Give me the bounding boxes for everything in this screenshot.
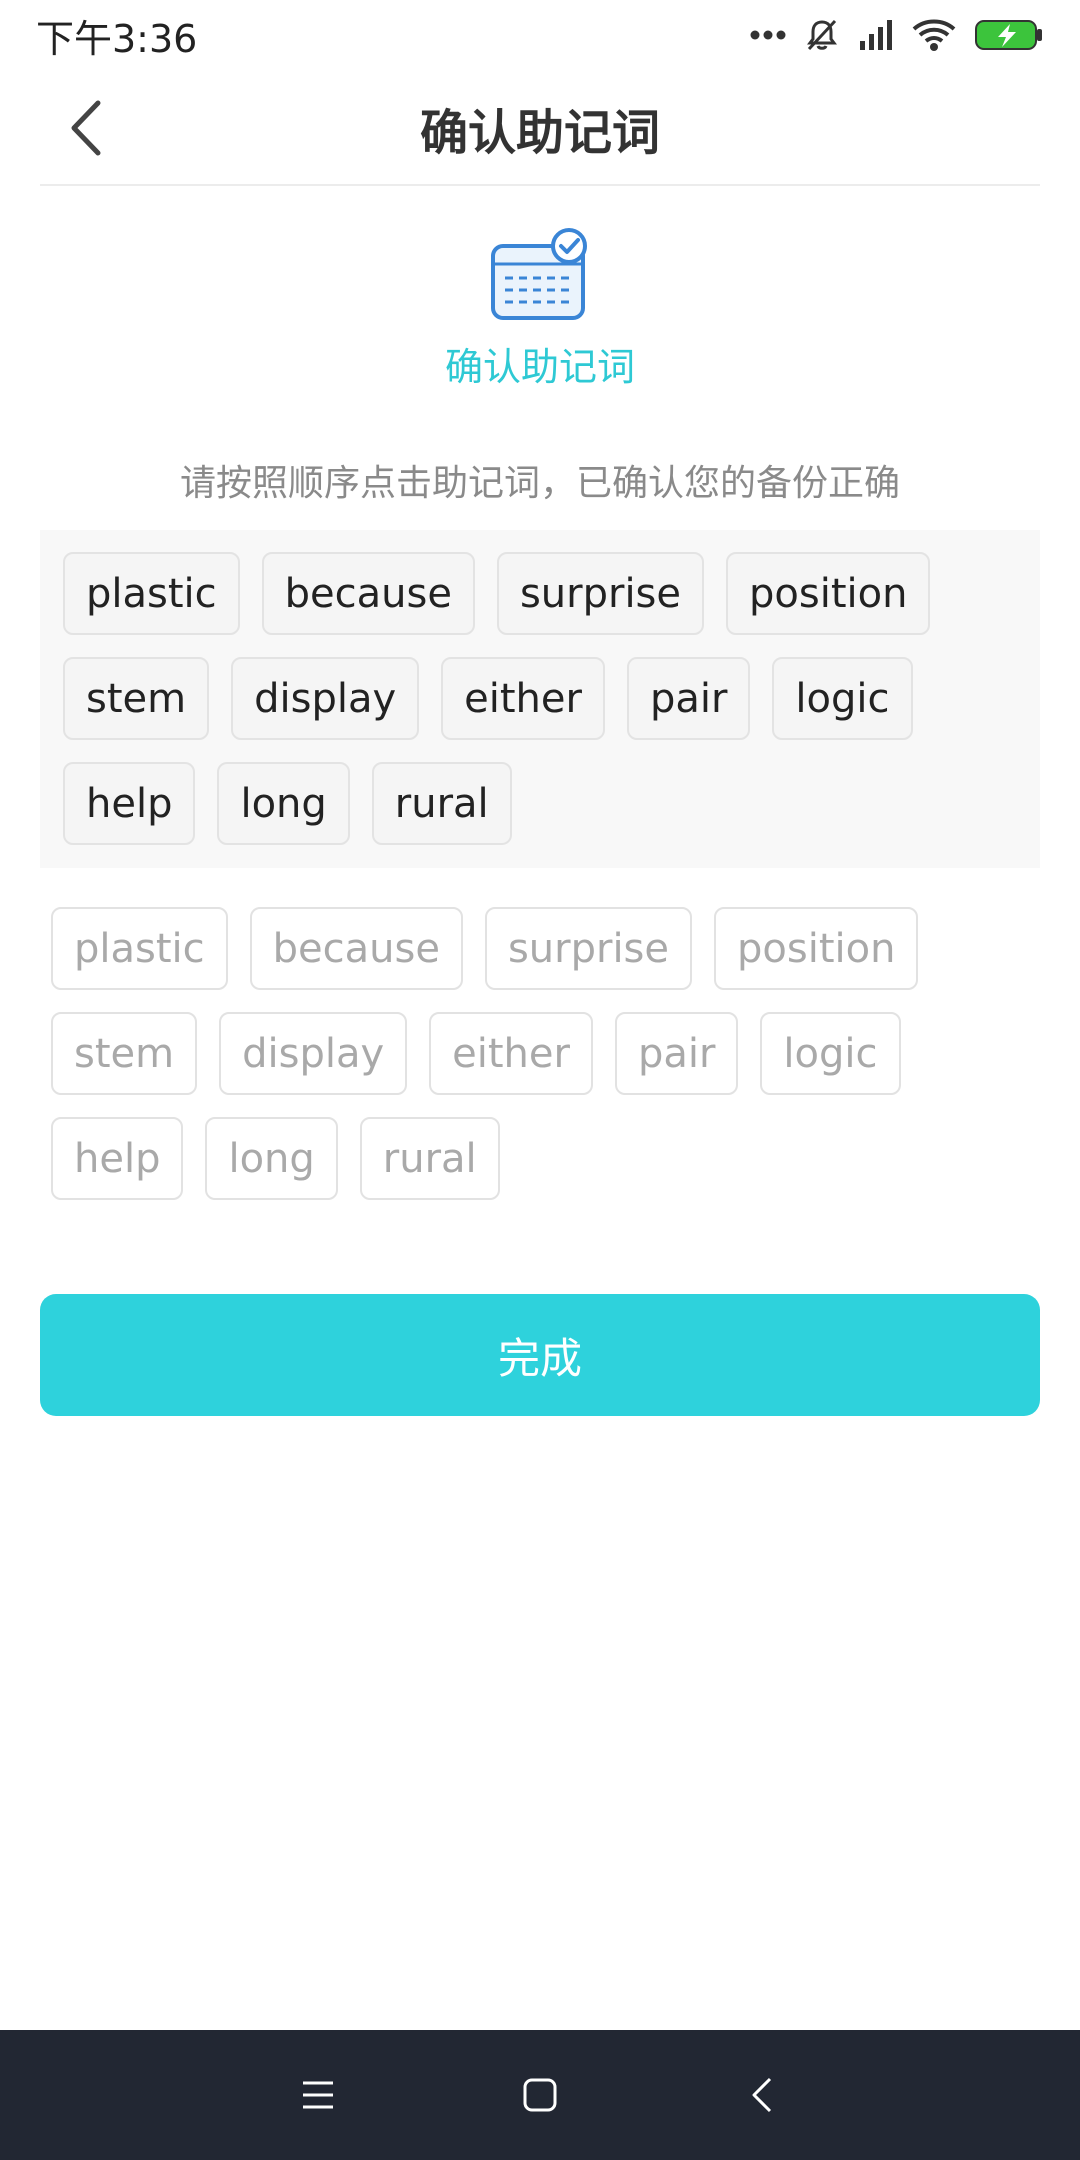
mnemonic-card-check-icon bbox=[489, 228, 591, 324]
selected-word-chip-either[interactable]: either bbox=[441, 657, 605, 740]
system-menu-button[interactable] bbox=[282, 2059, 354, 2131]
wifi-icon bbox=[912, 18, 956, 52]
selected-word-chip-rural[interactable]: rural bbox=[371, 762, 512, 845]
pool-word-chip-pair[interactable]: pair bbox=[614, 1012, 739, 1095]
app-screen: 下午3:36 确认助记词 确认助记词 请按照顺序点击助记词，已确认您的备份正确 … bbox=[0, 0, 1080, 2160]
pool-word-chip-stem[interactable]: stem bbox=[51, 1012, 198, 1095]
hero-label: 确认助记词 bbox=[444, 345, 635, 389]
back-icon bbox=[752, 2077, 772, 2113]
nav-bar: 确认助记词 bbox=[40, 70, 1040, 186]
status-bar: 下午3:36 bbox=[0, 0, 1080, 70]
selected-word-chip-help[interactable]: help bbox=[63, 762, 196, 845]
done-button[interactable]: 完成 bbox=[40, 1294, 1040, 1416]
selected-word-chip-pair[interactable]: pair bbox=[626, 657, 751, 740]
pool-word-chip-logic[interactable]: logic bbox=[760, 1012, 901, 1095]
selected-word-chip-surprise[interactable]: surprise bbox=[496, 552, 705, 635]
pool-word-chip-help[interactable]: help bbox=[51, 1117, 184, 1200]
instruction-text: 请按照顺序点击助记词，已确认您的备份正确 bbox=[179, 463, 900, 504]
home-icon bbox=[523, 2078, 557, 2112]
selected-word-chip-long[interactable]: long bbox=[217, 762, 350, 845]
pool-word-chip-rural[interactable]: rural bbox=[359, 1117, 500, 1200]
pool-word-chip-long[interactable]: long bbox=[205, 1117, 338, 1200]
pool-word-chip-because[interactable]: because bbox=[249, 907, 463, 990]
page-title: 确认助记词 bbox=[419, 105, 660, 161]
system-home-button[interactable] bbox=[504, 2059, 576, 2131]
selected-words-list: plastic because surprise position stem displa… bbox=[63, 552, 1040, 845]
pool-word-chip-display[interactable]: display bbox=[219, 1012, 408, 1095]
system-back-button[interactable] bbox=[726, 2059, 798, 2131]
selected-word-chip-because[interactable]: because bbox=[261, 552, 475, 635]
pool-word-chip-position[interactable]: position bbox=[714, 907, 919, 990]
word-pool-list: plastic because surprise position stem displa… bbox=[51, 907, 1041, 1200]
status-icons bbox=[750, 17, 1044, 53]
menu-icon bbox=[303, 2081, 333, 2109]
selected-word-chip-plastic[interactable]: plastic bbox=[63, 552, 240, 635]
more-dots-icon bbox=[750, 29, 786, 41]
status-time: 下午3:36 bbox=[36, 16, 198, 61]
selected-word-chip-stem[interactable]: stem bbox=[63, 657, 210, 740]
pool-word-chip-plastic[interactable]: plastic bbox=[51, 907, 228, 990]
selected-word-chip-display[interactable]: display bbox=[231, 657, 420, 740]
signal-icon bbox=[858, 19, 894, 51]
system-nav-bar bbox=[0, 2030, 1080, 2160]
battery-charging-icon bbox=[974, 18, 1044, 52]
mute-icon bbox=[804, 17, 840, 53]
selected-word-chip-logic[interactable]: logic bbox=[772, 657, 913, 740]
pool-word-chip-either[interactable]: either bbox=[429, 1012, 593, 1095]
selected-words-panel: plastic because surprise position stem displa… bbox=[40, 530, 1040, 868]
selected-word-chip-position[interactable]: position bbox=[726, 552, 931, 635]
pool-word-chip-surprise[interactable]: surprise bbox=[484, 907, 693, 990]
